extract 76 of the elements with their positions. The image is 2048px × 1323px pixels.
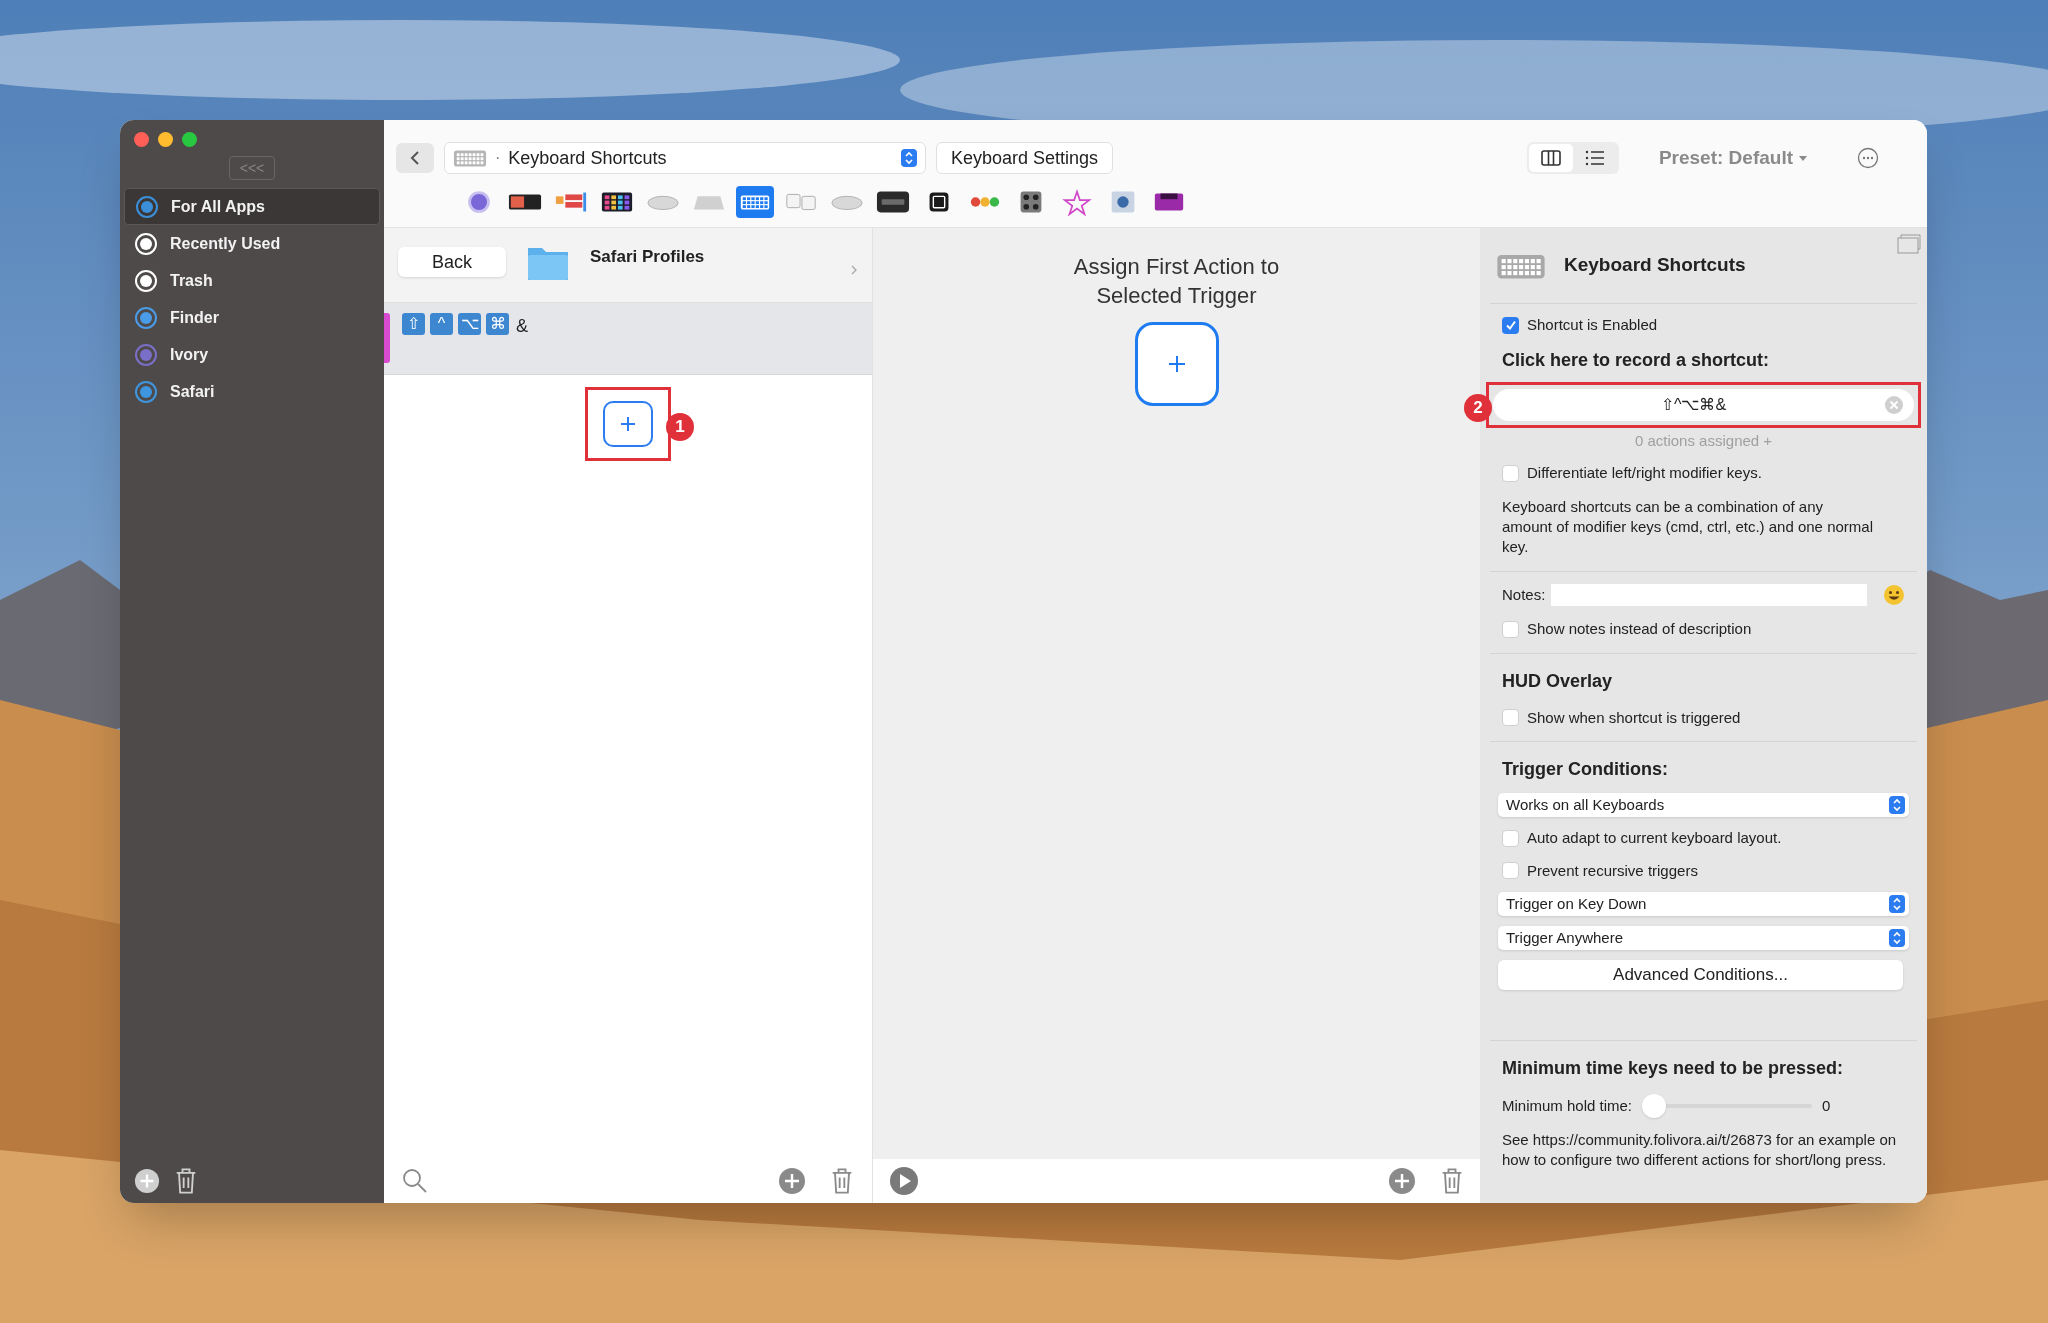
sidebar-item[interactable]: Trash xyxy=(124,262,380,299)
checkbox-label: Shortcut is Enabled xyxy=(1527,315,1658,335)
back-button[interactable]: Back xyxy=(398,247,506,277)
record-heading: Click here to record a shortcut: xyxy=(1502,348,1771,372)
shortcut-description: Keyboard shortcuts can be a combination of any amount of modifier keys (cmd, ctrl, etc.) and one normal key. xyxy=(1502,496,1874,557)
modifier-key: ⌥ xyxy=(458,313,481,335)
checkmark-icon xyxy=(1504,319,1517,332)
separator-dot: · xyxy=(495,148,501,168)
stepper-icon xyxy=(901,149,917,167)
checkbox-label: Show when shortcut is triggered xyxy=(1527,707,1741,728)
sidebar-item[interactable]: Recently Used xyxy=(124,225,380,262)
shortcut-field[interactable]: ⇧^⌥⌘& xyxy=(1493,388,1914,421)
minimize-button[interactable] xyxy=(158,132,173,147)
checkbox[interactable] xyxy=(1502,829,1519,847)
condition-select[interactable]: Works on all Keyboards xyxy=(1498,793,1909,817)
hold-heading: Minimum time keys need to be pressed: xyxy=(1502,1057,1845,1080)
modifier-key: ⌘ xyxy=(486,313,509,335)
hold-note: See https://community.folivora.ai/t/26873 for an example on how to configure two different actions for short/long press. xyxy=(1502,1130,1898,1170)
hold-label: Minimum hold time: xyxy=(1502,1095,1633,1116)
notes-field[interactable] xyxy=(1551,583,1867,606)
caret-icon xyxy=(1799,154,1807,162)
keyboard-settings-button[interactable]: Keyboard Settings xyxy=(936,142,1114,174)
step-badge: 1 xyxy=(666,413,694,441)
more-icon[interactable] xyxy=(1857,147,1879,169)
back-icon[interactable] xyxy=(396,143,434,173)
close-button[interactable] xyxy=(134,132,149,147)
key-character: & xyxy=(516,315,528,338)
add-icon[interactable] xyxy=(134,1168,160,1194)
sidebar-item[interactable]: Finder xyxy=(124,299,380,336)
checkbox-label: Differentiate left/right modifier keys. xyxy=(1527,463,1762,483)
sidebar-item[interactable]: For All Apps xyxy=(124,188,380,225)
stepper-icon xyxy=(1889,796,1905,814)
columns-icon[interactable] xyxy=(1528,144,1573,172)
star-icon xyxy=(1060,188,1094,216)
trash-icon[interactable] xyxy=(830,1167,854,1195)
assign-action-prompt: Assign First Action to Selected Trigger xyxy=(1072,253,1281,310)
hud-heading: HUD Overlay xyxy=(1502,669,1614,693)
stepper-icon xyxy=(1889,895,1905,913)
zoom-button[interactable] xyxy=(182,132,197,147)
modifier-key: ^ xyxy=(430,313,453,335)
plus-icon xyxy=(620,416,636,432)
play-icon[interactable] xyxy=(889,1166,919,1196)
checkbox[interactable] xyxy=(1502,862,1519,880)
inspector-title: Keyboard Shortcuts xyxy=(1564,253,1746,278)
emoji-icon[interactable] xyxy=(1883,583,1905,606)
checkbox[interactable] xyxy=(1502,620,1519,638)
keyboard-icon xyxy=(453,147,487,169)
hold-slider[interactable] xyxy=(1642,1094,1813,1118)
modifier-key: ⇧ xyxy=(402,313,425,335)
trash-icon[interactable] xyxy=(1440,1167,1464,1195)
notes-label: Notes: xyxy=(1502,584,1546,605)
trash-icon[interactable] xyxy=(174,1167,198,1195)
search-icon[interactable] xyxy=(402,1168,428,1194)
conditions-heading: Trigger Conditions: xyxy=(1501,758,1669,781)
checkbox-label: Show notes instead of description xyxy=(1527,619,1752,639)
checkbox[interactable] xyxy=(1502,316,1519,334)
condition-select[interactable]: Trigger Anywhere xyxy=(1498,926,1909,950)
add-action-button[interactable] xyxy=(1134,322,1219,406)
plus-icon xyxy=(1166,354,1187,374)
checkbox[interactable] xyxy=(1502,464,1519,482)
checkbox[interactable] xyxy=(1502,709,1519,727)
selection-marker xyxy=(384,313,390,363)
slider-thumb[interactable] xyxy=(1642,1094,1667,1118)
checkbox-label: Prevent recursive triggers xyxy=(1527,860,1698,881)
trigger-row[interactable]: ⇧ ^ ⌥ ⌘ & xyxy=(384,303,872,375)
hold-reading: 0 xyxy=(1822,1095,1831,1116)
condition-select[interactable]: Trigger on Key Down xyxy=(1498,892,1909,916)
add-trigger-button[interactable] xyxy=(603,401,653,447)
trigger-type-select[interactable]: · Keyboard Shortcuts xyxy=(444,142,926,174)
group-title: Safari Profiles xyxy=(590,246,706,268)
checkbox-label: Auto adapt to current keyboard layout. xyxy=(1527,828,1782,848)
sidebar-item[interactable]: Ivory xyxy=(124,336,380,373)
advanced-conditions-button[interactable]: Advanced Conditions... xyxy=(1498,960,1903,990)
stepper-icon xyxy=(1889,929,1905,947)
sidebar-item[interactable]: Safari xyxy=(124,373,380,410)
chevron-right-icon[interactable] xyxy=(850,264,858,276)
